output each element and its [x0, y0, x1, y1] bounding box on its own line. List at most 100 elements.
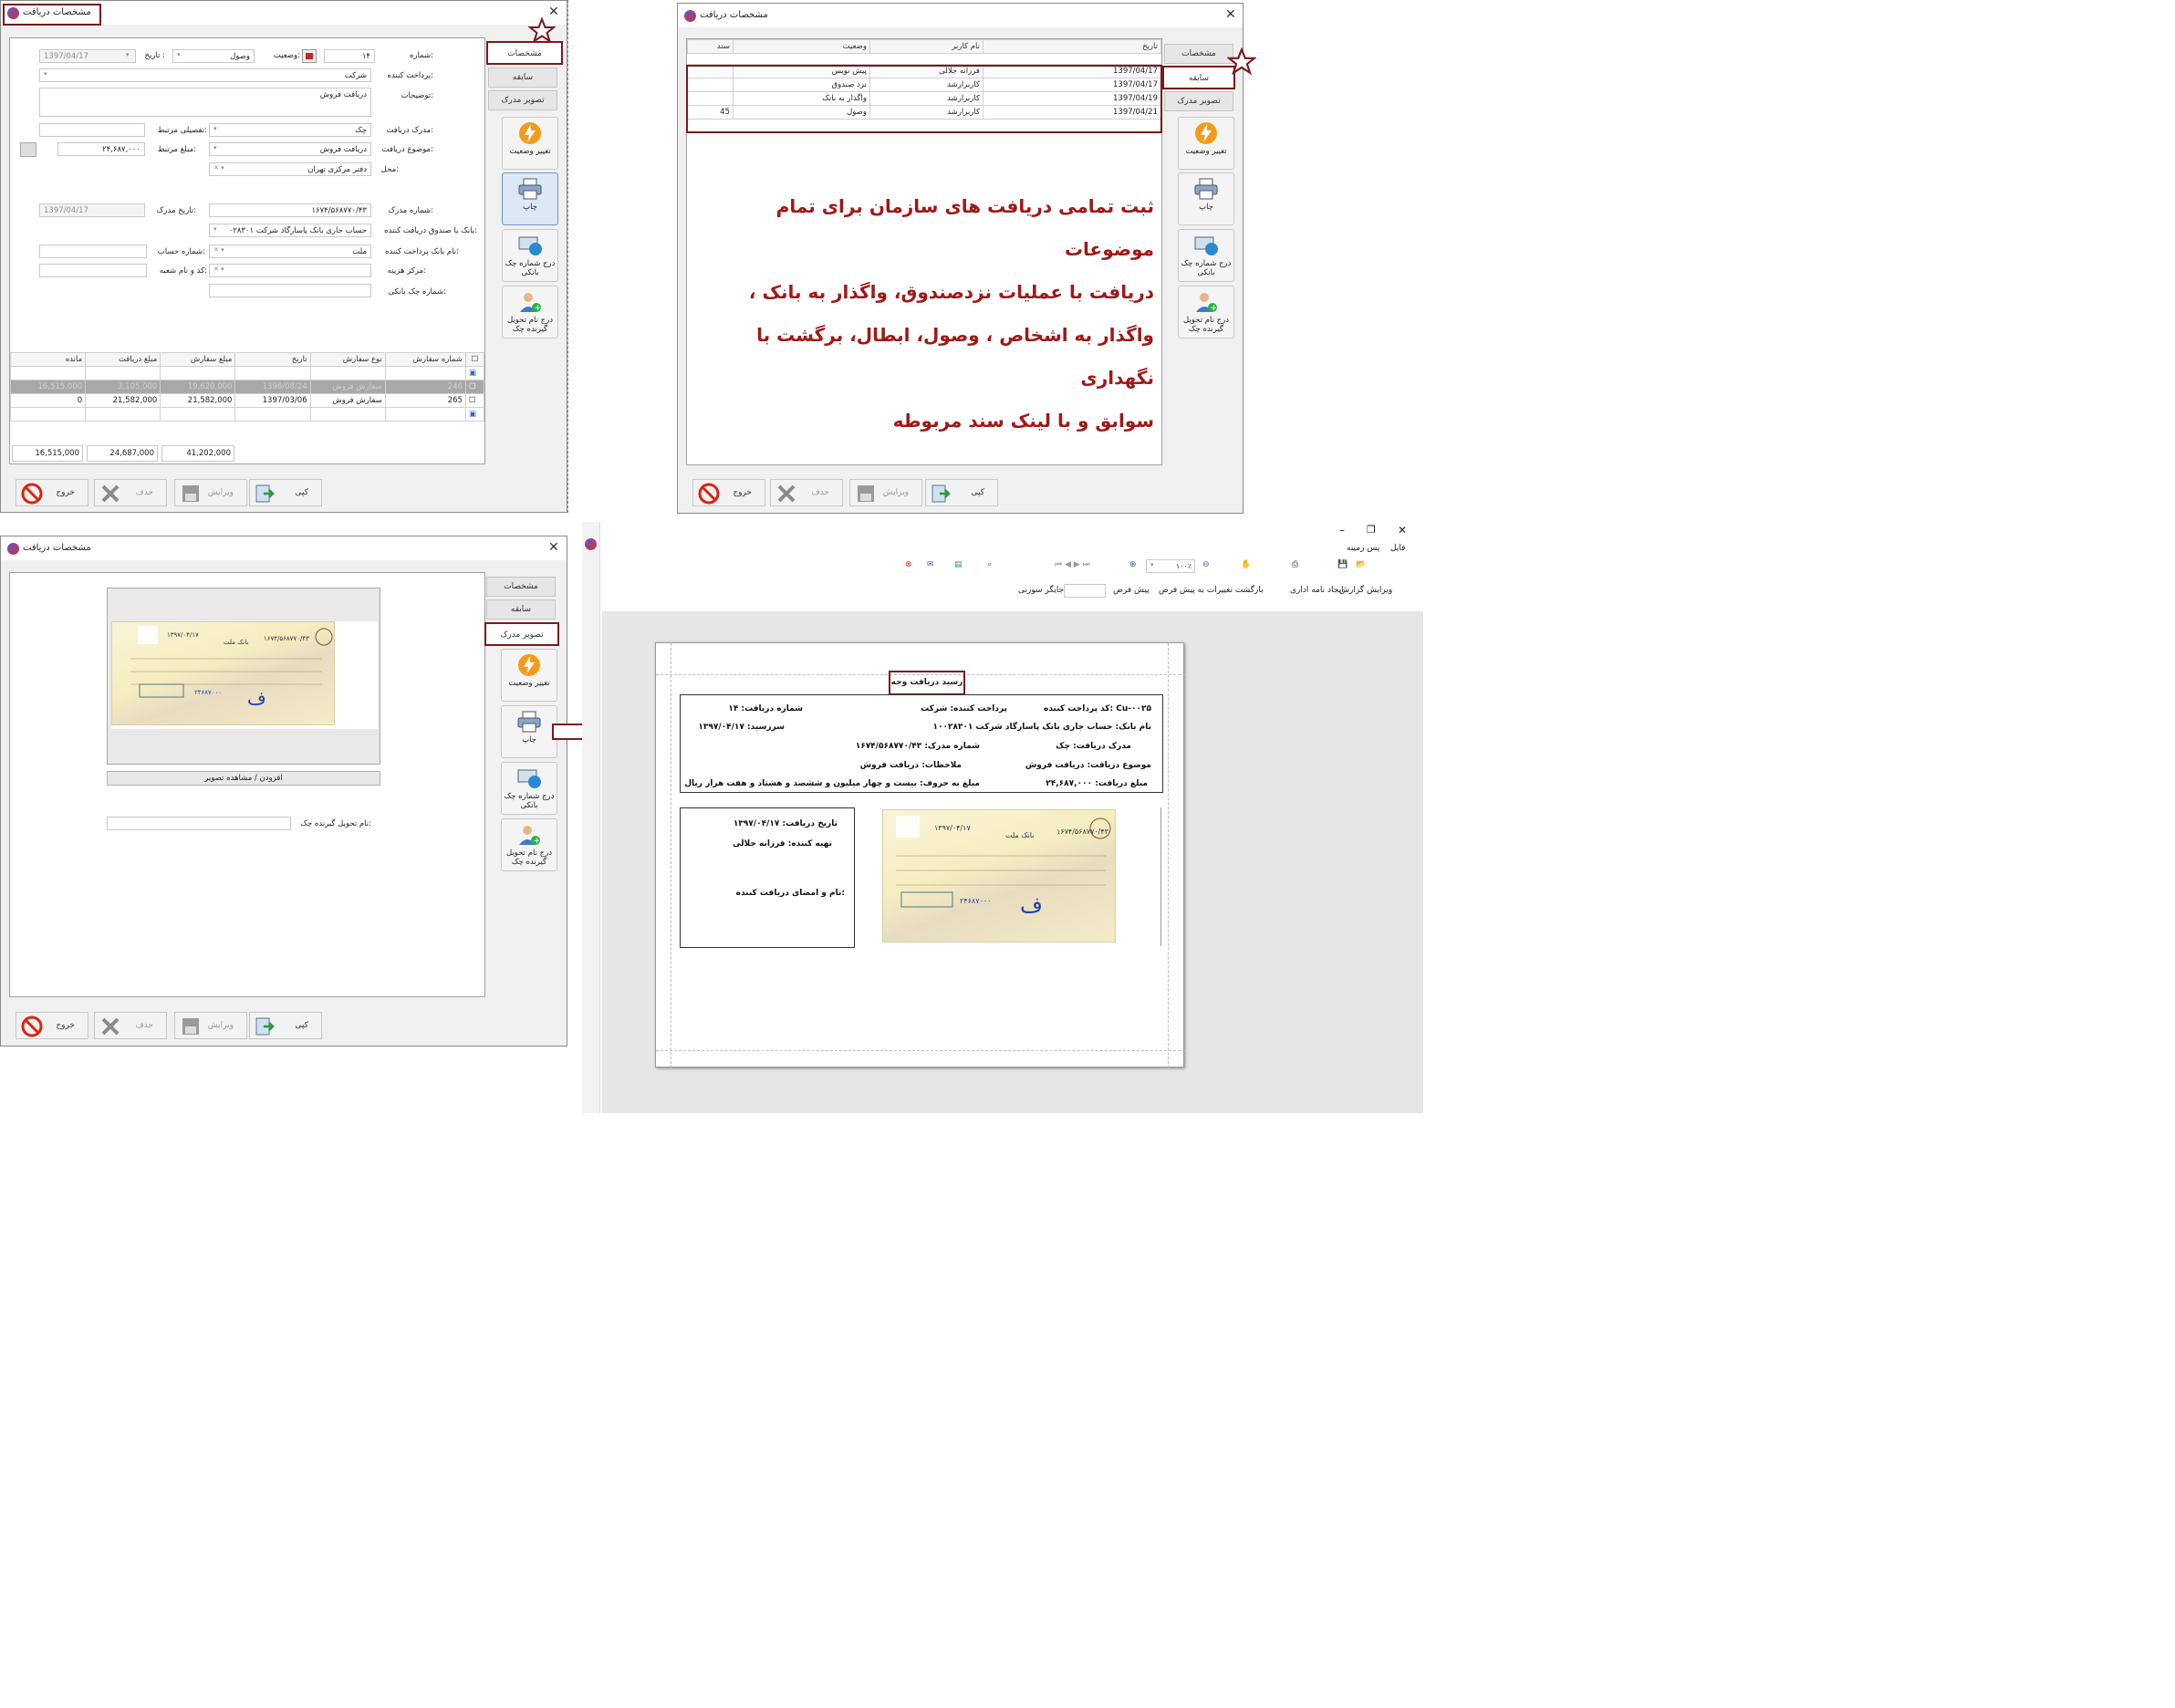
tab-document-image[interactable]: تصویر مدرک — [488, 90, 557, 110]
close-icon[interactable]: ✕ — [1398, 524, 1407, 536]
save-disk-icon — [182, 485, 199, 502]
edit-button[interactable]: ویرایش — [174, 1012, 247, 1039]
date-field[interactable]: 1397/04/17 ▾ — [39, 49, 136, 63]
row-checkbox[interactable]: ☐ — [464, 393, 485, 408]
page-nav-icons[interactable]: ⏮ ◀ ▶ ⏭ — [1055, 560, 1090, 569]
payer-code: کد پرداخت کننده: Cu-۰۰۲۵ — [1044, 704, 1151, 713]
table-row[interactable]: 16,515,000 3,105,000 19,620,000 1396/08/… — [9, 380, 485, 394]
payer-bank-select[interactable]: ✕ ▾ ملت — [209, 245, 371, 258]
default-select[interactable]: پیش فرض — [1113, 586, 1150, 595]
select-all-checkbox[interactable]: ☐ — [464, 352, 485, 367]
print-icon[interactable]: ⎙ — [1292, 560, 1298, 569]
docnum-field[interactable]: ۱۶۷۴/۵۶۸۷۷۰/۴۳ — [209, 203, 371, 217]
exit-button[interactable]: خروج — [692, 479, 765, 506]
bank-select[interactable]: ▾ حساب جاری بانک پاسارگاد شرکت ۰۲۸۳۰۱ — [209, 224, 371, 237]
subject-select[interactable]: ▾ دریافت فروش — [209, 142, 371, 156]
change-status-button[interactable]: تغییر وضعیت — [502, 117, 558, 170]
edit-button[interactable]: ویرایش — [849, 479, 922, 506]
delete-button[interactable]: حذف — [94, 1012, 167, 1039]
status-select[interactable]: ▾ وصول — [172, 49, 255, 63]
docdate-field[interactable]: 1397/04/17 — [39, 203, 145, 217]
delete-button[interactable]: حذف — [770, 479, 843, 506]
tab-document-image[interactable]: تصویر مدرک — [484, 622, 559, 646]
find-icon[interactable]: ⌕ — [987, 560, 992, 569]
export-icon[interactable]: ▤ — [954, 560, 963, 569]
exit-button[interactable]: خروج — [16, 1012, 88, 1039]
number-field[interactable]: ۱۴ — [324, 49, 375, 63]
insert-check-number-button[interactable]: درج شماره چک بانکی — [1178, 229, 1234, 282]
zoom-select[interactable]: ▾ ۱۰۰٪ — [1146, 559, 1195, 573]
exit-button[interactable]: خروج — [16, 479, 88, 506]
status-flag-icon[interactable] — [302, 49, 317, 63]
tab-document-image[interactable]: تصویر مدرک — [1164, 91, 1233, 111]
insert-check-number-button[interactable]: درج شماره چک بانکی — [502, 229, 558, 282]
add-view-image-button[interactable]: افزودن / مشاهده تصویر — [107, 771, 380, 786]
doc-select[interactable]: ▾ چک — [209, 123, 371, 137]
close-icon[interactable]: ✕ — [548, 540, 559, 555]
receiver-field[interactable] — [107, 817, 291, 830]
check-field[interactable] — [209, 284, 371, 297]
copy-button[interactable]: کپی — [249, 1012, 322, 1039]
copy-button[interactable]: کپی — [249, 479, 322, 506]
report-check-image: ۱۶۷۴/۵۶۸۷۷۰/۴۳ بانک ملت ۱۳۹۷/۰۴/۱۷ ف ۲۴۶… — [882, 809, 1116, 943]
tab-history[interactable]: سابقه — [1162, 66, 1235, 89]
table-row[interactable]: 0 21,582,000 21,582,000 1397/03/06 سفارش… — [9, 393, 485, 408]
acct-field[interactable] — [39, 245, 147, 258]
lightning-icon — [518, 654, 540, 676]
dot-matrix-toggle[interactable] — [1064, 584, 1106, 598]
place-select[interactable]: ✕ ▾ دفتر مرکزی تهران — [209, 162, 371, 176]
check-amount-text: ۲۴۶۸۷۰۰۰ — [194, 689, 222, 696]
cost-select[interactable]: ✕ ▾ — [209, 264, 371, 277]
tab-details[interactable]: مشخصات — [1164, 44, 1233, 64]
table-row[interactable]: ▣ — [9, 407, 485, 422]
edit-report-button[interactable]: ویرایش گزارش — [1339, 586, 1392, 595]
amount-field[interactable]: ۲۴,۶۸۷,۰۰۰ — [57, 142, 145, 156]
row-checkbox[interactable]: ☐ — [464, 380, 485, 394]
minimize-icon[interactable]: – — [1339, 524, 1345, 536]
app-logo-icon — [684, 10, 696, 22]
change-status-button[interactable]: تغییر وضعیت — [1178, 117, 1234, 170]
tab-details[interactable]: مشخصات — [486, 41, 563, 65]
branch-field[interactable] — [39, 264, 147, 277]
payer-field[interactable]: ▾ شرکت — [39, 68, 371, 82]
delete-button[interactable]: حذف — [94, 479, 167, 506]
table-row[interactable]: ▣ — [9, 366, 485, 380]
menu-file[interactable]: فایل — [1390, 544, 1405, 553]
calculator-icon[interactable] — [20, 142, 36, 157]
row-edit-icon[interactable]: ▣ — [464, 407, 485, 422]
print-button[interactable]: چاپ — [502, 172, 558, 225]
report-page: رسید دریافت وجه کد پرداخت کننده: Cu-۰۰۲۵… — [655, 642, 1185, 1068]
row-edit-icon[interactable]: ▣ — [464, 366, 485, 380]
detail-select[interactable] — [39, 123, 145, 137]
desc-field[interactable]: دریافت فروش — [39, 88, 371, 117]
edit-button[interactable]: ویرایش — [174, 479, 247, 506]
tab-history[interactable]: سابقه — [486, 599, 556, 620]
insert-receiver-name-button[interactable]: + درج نام تحویل گیرنده چک — [1178, 286, 1234, 338]
insert-receiver-name-button[interactable]: + درج نام تحویل گیرنده چک — [502, 286, 558, 338]
insert-receiver-name-button[interactable]: + درج نام تحویل گیرنده چک — [501, 818, 557, 871]
menu-background[interactable]: پس زمینه — [1347, 544, 1379, 553]
print-button[interactable]: چاپ — [501, 705, 557, 758]
restore-icon[interactable]: ❐ — [1367, 524, 1376, 536]
create-letter-button[interactable]: ایجاد نامه اداری — [1290, 586, 1344, 595]
copy-button[interactable]: کپی — [925, 479, 998, 506]
email-icon[interactable]: ✉ — [927, 560, 934, 569]
check-number-text: ۱۶۷۴/۵۶۸۷۷۰/۴۳ — [264, 635, 309, 642]
open-icon[interactable]: 📂 — [1356, 560, 1366, 569]
zoom-out-icon[interactable]: ⊖ — [1202, 560, 1210, 569]
close-report-icon[interactable]: ⊗ — [905, 560, 912, 569]
zoom-in-icon[interactable]: ⊕ — [1129, 560, 1137, 569]
svg-text:ف: ف — [247, 687, 266, 709]
title-bar: ✕ مشخصات دریافت — [678, 4, 1243, 27]
payer-name: پرداخت کننده: شرکت — [921, 704, 1007, 713]
close-icon[interactable]: ✕ — [1225, 7, 1236, 22]
change-status-button[interactable]: تغییر وضعیت — [501, 649, 557, 702]
revert-default-button[interactable]: بازگشت تغییرات به پیش فرض — [1159, 586, 1264, 595]
tab-details[interactable]: مشخصات — [486, 577, 556, 597]
hand-icon[interactable]: ✋ — [1241, 560, 1251, 569]
print-button[interactable]: چاپ — [1178, 172, 1234, 225]
insert-check-number-button[interactable]: درج شماره چک بانکی — [501, 762, 557, 815]
report-title: رسید دریافت وجه — [889, 671, 965, 695]
save-icon[interactable]: 💾 — [1337, 560, 1348, 569]
tab-history[interactable]: سابقه — [488, 68, 557, 88]
